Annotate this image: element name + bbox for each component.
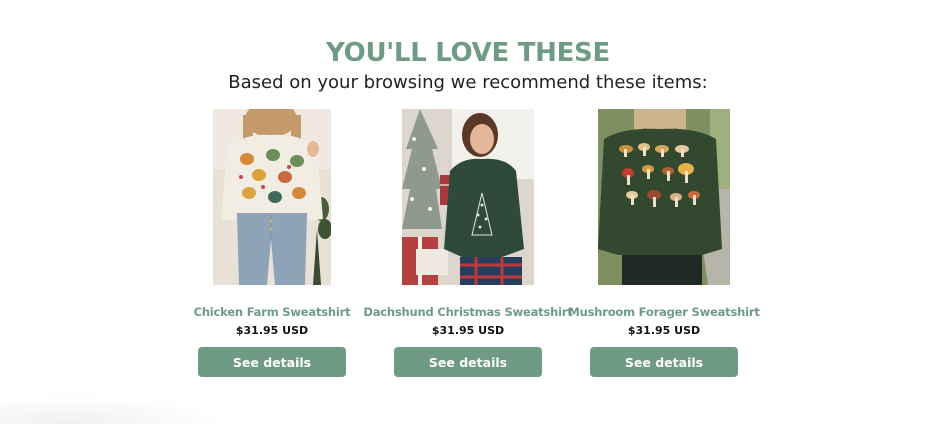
product-name[interactable]: Dachshund Christmas Sweatshirt [360,305,576,319]
see-details-button[interactable]: See details [590,347,738,377]
section-heading: YOU'LL LOVE THESE [326,38,610,68]
page-edge-shadow [0,394,230,424]
product-card-chicken-farm: Chicken Farm Sweatshirt $31.95 USD See d… [174,109,370,381]
recommendations-section: YOU'LL LOVE THESE Based on your browsing… [0,0,936,424]
product-card-dachshund-christmas: Dachshund Christmas Sweatshirt $31.95 US… [363,109,573,381]
product-name[interactable]: Chicken Farm Sweatshirt [164,305,380,319]
product-name[interactable]: Mushroom Forager Sweatshirt [556,305,772,319]
product-image[interactable] [598,109,730,285]
product-price: $31.95 USD [235,324,309,337]
product-card-mushroom-forager: Mushroom Forager Sweatshirt $31.95 USD S… [566,109,762,381]
product-price: $31.95 USD [627,324,701,337]
see-details-button[interactable]: See details [394,347,542,377]
section-subheading: Based on your browsing we recommend thes… [228,72,708,93]
product-image[interactable] [213,109,331,285]
product-price: $31.95 USD [431,324,505,337]
product-image[interactable] [402,109,534,285]
see-details-button[interactable]: See details [198,347,346,377]
